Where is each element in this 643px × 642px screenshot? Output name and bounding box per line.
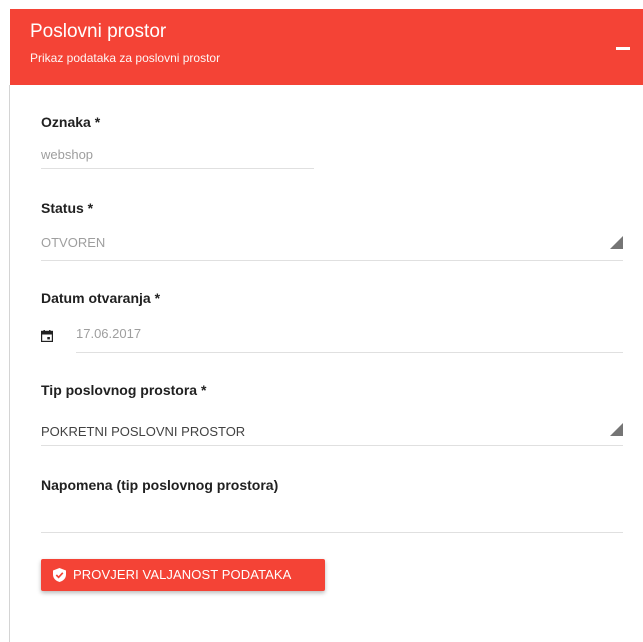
dropdown-triangle-icon[interactable]	[610, 236, 623, 249]
tip-label: Tip poslovnog prostora *	[41, 382, 207, 398]
shield-check-icon	[53, 568, 66, 582]
tip-underline	[41, 445, 623, 446]
datum-underline	[76, 352, 623, 353]
datum-input[interactable]: 17.06.2017	[76, 326, 141, 341]
card-subtitle: Prikaz podataka za poslovni prostor	[30, 51, 221, 65]
oznaka-label: Oznaka *	[41, 114, 101, 130]
collapse-button[interactable]	[609, 35, 637, 63]
napomena-label: Napomena (tip poslovnog prostora)	[41, 477, 279, 493]
card-title: Poslovni prostor	[30, 21, 167, 42]
tip-select[interactable]: POKRETNI POSLOVNI PROSTOR	[41, 424, 245, 439]
status-label: Status *	[41, 200, 94, 216]
napomena-input[interactable]	[41, 506, 623, 526]
status-select[interactable]: OTVOREN	[41, 235, 105, 250]
minus-icon	[616, 47, 630, 50]
oznaka-underline	[41, 168, 314, 169]
datum-label: Datum otvaranja *	[41, 290, 161, 306]
validate-button-label: PROVJERI VALJANOST PODATAKA	[73, 567, 292, 582]
card-header: Poslovni prostor Prikaz podataka za posl…	[10, 9, 643, 85]
card-left-border	[9, 85, 10, 642]
validate-button[interactable]: PROVJERI VALJANOST PODATAKA	[41, 559, 325, 591]
oznaka-input[interactable]: webshop	[41, 147, 93, 162]
status-underline	[41, 260, 623, 261]
napomena-underline	[41, 532, 623, 533]
calendar-icon[interactable]	[41, 330, 53, 342]
dropdown-triangle-icon[interactable]	[610, 423, 623, 436]
